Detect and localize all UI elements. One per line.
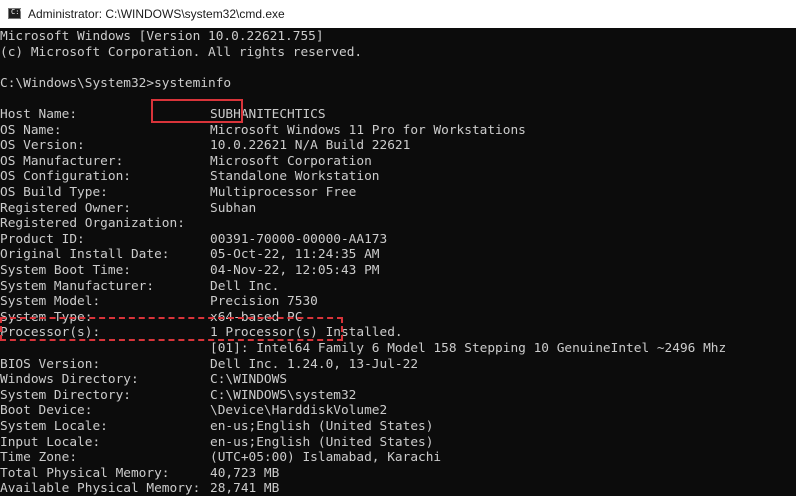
- info-value: 00391-70000-00000-AA173: [210, 231, 388, 247]
- info-key: Boot Device:: [0, 403, 93, 419]
- info-value: \Device\HarddiskVolume2: [210, 403, 388, 419]
- info-key: Time Zone:: [0, 450, 78, 466]
- info-value: Microsoft Windows 11 Pro for Workstation…: [210, 122, 526, 138]
- info-key: Available Physical Memory:: [0, 481, 201, 496]
- info-key: Total Physical Memory:: [0, 465, 170, 481]
- command-highlight-box: [151, 99, 243, 123]
- cmd-window: C:\ Administrator: C:\WINDOWS\system32\c…: [0, 0, 796, 496]
- info-value: Subhan: [210, 200, 257, 216]
- info-value: (UTC+05:00) Islamabad, Karachi: [210, 450, 442, 466]
- version-line: Microsoft Windows [Version 10.0.22621.75…: [0, 29, 324, 44]
- info-value: Dell Inc. 1.24.0, 13-Jul-22: [210, 356, 419, 372]
- info-value: Multiprocessor Free: [210, 185, 357, 200]
- info-key: System Model:: [0, 294, 101, 310]
- info-value: 10.0.22621 N/A Build 22621: [210, 138, 411, 154]
- title-bar[interactable]: C:\ Administrator: C:\WINDOWS\system32\c…: [0, 0, 796, 28]
- info-key: System Boot Time:: [0, 263, 131, 278]
- info-key: OS Build Type:: [0, 185, 108, 200]
- console-output[interactable]: Microsoft Windows [Version 10.0.22621.75…: [0, 27, 796, 496]
- info-key: Product ID:: [0, 231, 85, 247]
- typed-command: systeminfo: [154, 75, 232, 91]
- prompt: C:\Windows\System32>: [0, 75, 155, 91]
- info-key: System Locale:: [0, 419, 108, 434]
- info-value: en-us;English (United States): [210, 434, 434, 450]
- info-key: Original Install Date:: [0, 247, 170, 263]
- info-key: OS Manufacturer:: [0, 153, 124, 169]
- copyright-line: (c) Microsoft Corporation. All rights re…: [0, 44, 363, 60]
- info-value: en-us;English (United States): [210, 419, 434, 434]
- window-title: Administrator: C:\WINDOWS\system32\cmd.e…: [28, 7, 285, 21]
- info-key: OS Configuration:: [0, 169, 131, 185]
- info-value: 04-Nov-22, 12:05:43 PM: [210, 263, 380, 278]
- system-model-highlight-box: [0, 317, 343, 341]
- info-value: C:\WINDOWS: [210, 372, 288, 388]
- info-value: 05-Oct-22, 11:24:35 AM: [210, 247, 380, 263]
- info-value: C:\WINDOWS\system32: [210, 387, 357, 403]
- info-key: Windows Directory:: [0, 372, 139, 388]
- command-line: C:\Windows\System32>systeminfo: [0, 76, 231, 92]
- info-key: Registered Owner:: [0, 200, 131, 216]
- info-key: System Manufacturer:: [0, 278, 155, 294]
- info-key: OS Name:: [0, 122, 62, 138]
- info-value: 40,723 MB: [210, 465, 280, 481]
- info-key: Input Locale:: [0, 434, 101, 450]
- info-key: BIOS Version:: [0, 356, 101, 372]
- info-key: Registered Organization:: [0, 216, 185, 232]
- info-value: Precision 7530: [210, 294, 318, 310]
- info-value: Dell Inc.: [210, 278, 280, 294]
- info-value: Standalone Workstation: [210, 169, 380, 185]
- info-key: System Directory:: [0, 387, 131, 403]
- info-key: Host Name:: [0, 107, 78, 122]
- cmd-icon: C:\: [8, 8, 24, 19]
- info-key: OS Version:: [0, 138, 85, 154]
- info-value: [01]: Intel64 Family 6 Model 158 Steppin…: [210, 341, 727, 356]
- info-value: 28,741 MB: [210, 481, 280, 496]
- info-value: Microsoft Corporation: [210, 153, 372, 169]
